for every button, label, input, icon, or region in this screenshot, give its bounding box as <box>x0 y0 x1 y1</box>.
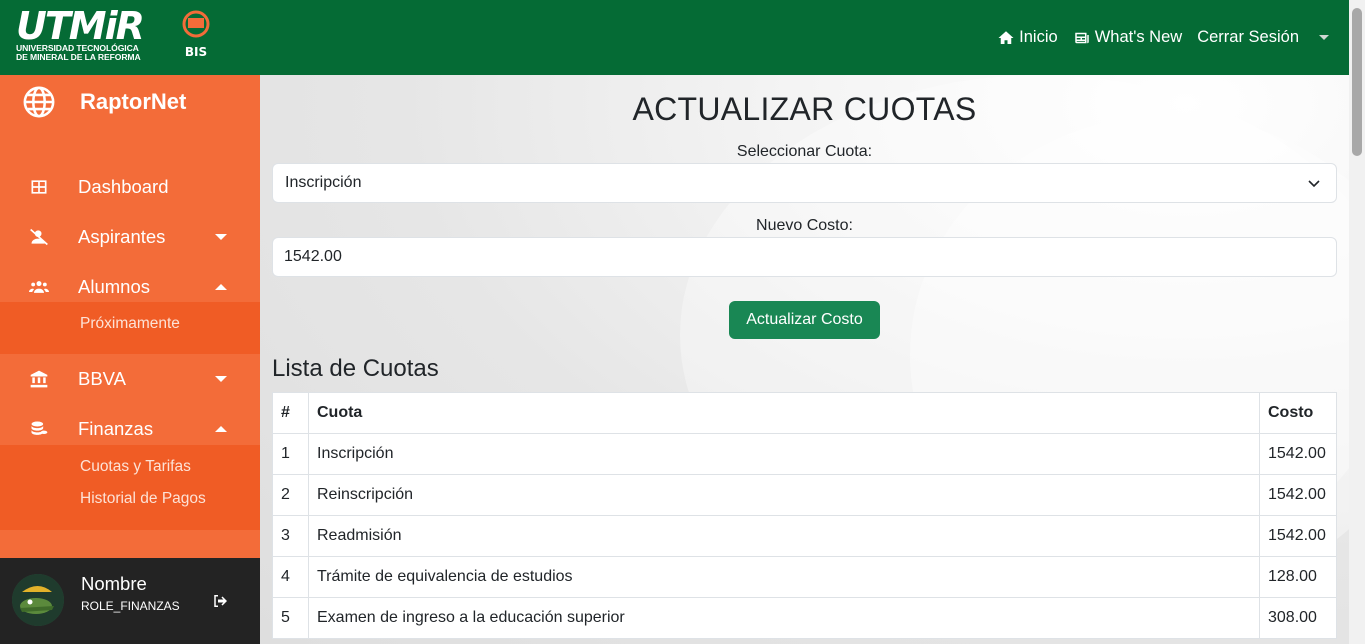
table-cell-cuota: Trámite de equivalencia de estudios <box>308 556 1260 598</box>
top-navbar: UTMiR UNIVERSIDAD TECNOLÓGICA DE MINERAL… <box>0 0 1349 75</box>
main-content: ACTUALIZAR CUOTAS Seleccionar Cuota: Ins… <box>260 75 1349 644</box>
sidebar-item-label: Dashboard <box>78 176 169 197</box>
table-cell-index: 3 <box>272 515 309 557</box>
sidebar: RaptorNet Dashboard Aspirantes Alumnos P… <box>0 75 260 644</box>
table-cell-index: 4 <box>272 556 309 598</box>
nav-inicio-label: Inicio <box>1019 28 1058 46</box>
list-title: Lista de Cuotas <box>272 355 439 382</box>
table-row: 5 Examen de ingreso a la educación super… <box>272 597 1337 639</box>
cost-label: Nuevo Costo: <box>756 217 853 234</box>
table-cell-index: 5 <box>272 597 309 639</box>
column-header: Costo <box>1259 392 1337 434</box>
nav-whats-new-link[interactable]: What's New <box>1073 28 1183 47</box>
sidebar-item-label: BBVA <box>78 368 126 389</box>
select-label: Seleccionar Cuota: <box>736 143 873 160</box>
table-row: 4 Trámite de equivalencia de estudios 12… <box>272 556 1337 598</box>
table-cell-cuota: Inscripción <box>308 433 1260 475</box>
logout-button[interactable] <box>212 593 230 609</box>
sidebar-item-dashboard[interactable]: Dashboard <box>0 167 260 207</box>
svg-text:BIS: BIS <box>185 45 207 59</box>
sidebar-item-bbva[interactable]: BBVA <box>0 359 260 399</box>
globe-icon <box>23 86 55 118</box>
scrollbar-thumb[interactable] <box>1352 8 1362 156</box>
user-role: ROLE_FINANZAS <box>81 599 180 613</box>
top-nav: Inicio What's New Cerrar Sesión <box>982 0 1329 75</box>
submenu-item-cuotas-tarifas[interactable]: Cuotas y Tarifas <box>80 458 191 476</box>
users-icon <box>29 277 49 297</box>
sidebar-brand[interactable]: RaptorNet <box>22 85 186 119</box>
table-cell-cuota: Reinscripción <box>308 474 1260 516</box>
chevron-up-icon <box>215 426 227 432</box>
chevron-down-icon <box>1308 180 1320 188</box>
brand-name: RaptorNet <box>80 89 187 114</box>
alumnos-submenu: Próximamente <box>0 302 260 354</box>
table-cell-costo: 128.00 <box>1259 556 1337 598</box>
nav-inicio-link[interactable]: Inicio <box>997 28 1058 47</box>
newspaper-icon <box>1074 32 1089 43</box>
page-title: ACTUALIZAR CUOTAS <box>632 91 977 127</box>
logo-subtitle: UNIVERSIDAD TECNOLÓGICA DE MINERAL DE LA… <box>16 44 141 62</box>
table-cell-index: 2 <box>272 474 309 516</box>
bis-badge-icon: BIS <box>182 10 210 59</box>
nav-cerrar-sesion-link[interactable]: Cerrar Sesión <box>1197 28 1299 47</box>
sidebar-item-label: Aspirantes <box>78 226 166 247</box>
cuotas-table: # Cuota Costo 1 Inscripción 1542.00 2 Re… <box>272 392 1337 639</box>
bank-icon <box>29 369 49 389</box>
cost-input-value: 1542.00 <box>284 248 342 265</box>
table-row: 3 Readmisión 1542.00 <box>272 515 1337 557</box>
page-scrollbar[interactable] <box>1349 0 1365 644</box>
user-name: Nombre <box>81 573 147 594</box>
table-header-row: # Cuota Costo <box>272 392 1337 434</box>
table-cell-index: 1 <box>272 433 309 475</box>
chevron-up-icon <box>215 284 227 290</box>
sign-out-icon <box>214 595 227 607</box>
submenu-item-historial-pagos[interactable]: Historial de Pagos <box>80 490 206 508</box>
table-cell-cuota: Examen de ingreso a la educación superio… <box>308 597 1260 639</box>
home-icon <box>998 30 1014 44</box>
sidebar-item-alumnos[interactable]: Alumnos <box>0 267 260 307</box>
sidebar-item-label: Alumnos <box>78 276 150 297</box>
nav-whats-new-label: What's New <box>1094 28 1183 46</box>
logo-wordmark: UTMiR <box>16 4 145 48</box>
coins-icon <box>29 419 49 439</box>
table-cell-costo: 1542.00 <box>1259 515 1337 557</box>
sidebar-item-label: Finanzas <box>78 418 154 439</box>
chevron-down-icon <box>215 376 227 382</box>
user-slash-icon <box>29 227 49 247</box>
cuota-select-value: Inscripción <box>285 174 362 191</box>
nav-dropdown-caret-icon[interactable] <box>1319 35 1329 40</box>
table-row: 1 Inscripción 1542.00 <box>272 433 1337 475</box>
nav-cerrar-sesion-label: Cerrar Sesión <box>1197 28 1299 46</box>
table-cell-costo: 1542.00 <box>1259 474 1337 516</box>
dashboard-icon <box>29 177 49 197</box>
column-header: # <box>272 392 309 434</box>
table-cell-costo: 1542.00 <box>1259 433 1337 475</box>
logo-line-2: DE MINERAL DE LA REFORMA <box>16 52 141 62</box>
table-cell-cuota: Readmisión <box>308 515 1260 557</box>
table-cell-costo: 308.00 <box>1259 597 1337 639</box>
sidebar-item-finanzas[interactable]: Finanzas <box>0 409 260 449</box>
user-panel: Nombre ROLE_FINANZAS <box>0 558 260 644</box>
table-row: 2 Reinscripción 1542.00 <box>272 474 1337 516</box>
submenu-item-proximamente[interactable]: Próximamente <box>80 315 180 333</box>
sidebar-item-aspirantes[interactable]: Aspirantes <box>0 217 260 257</box>
cost-input[interactable]: 1542.00 <box>272 237 1337 277</box>
column-header: Cuota <box>308 392 1260 434</box>
avatar <box>12 574 64 626</box>
cuota-select[interactable]: Inscripción <box>272 163 1337 203</box>
finanzas-submenu: Cuotas y Tarifas Historial de Pagos <box>0 445 260 530</box>
update-cost-button[interactable]: Actualizar Costo <box>729 301 880 339</box>
chevron-down-icon <box>215 234 227 240</box>
utmir-logo[interactable]: UTMiR UNIVERSIDAD TECNOLÓGICA DE MINERAL… <box>14 4 210 66</box>
